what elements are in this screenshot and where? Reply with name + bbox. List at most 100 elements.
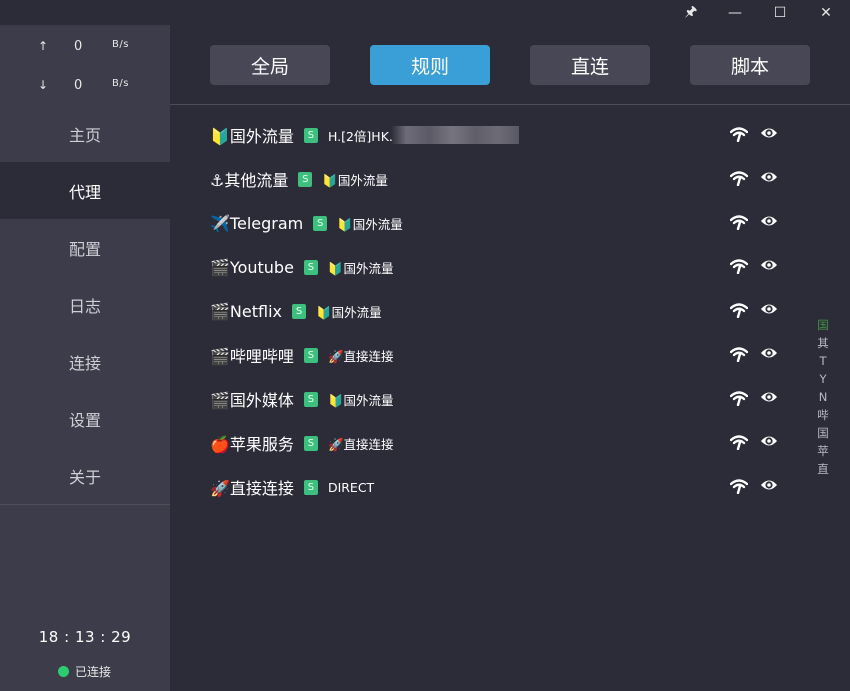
mode-direct-button[interactable]: 直连 (530, 45, 650, 85)
eye-icon[interactable] (760, 390, 778, 404)
eye-icon[interactable] (760, 214, 778, 228)
sidebar-item-proxies[interactable]: 代理 (0, 162, 170, 219)
proxy-group-row[interactable]: ⚓其他流量 S 🔰国外流量 (210, 167, 830, 191)
proxy-group-row[interactable]: 🎬Youtube S 🔰国外流量 (210, 255, 830, 279)
proxy-group-selected: H.[2倍]HK. (327, 128, 393, 144)
upload-speed-value: 0 (74, 39, 83, 54)
group-index-letter[interactable]: 直 (816, 460, 830, 478)
eye-icon[interactable] (760, 346, 778, 360)
sidebar-item-settings[interactable]: 设置 (0, 390, 170, 447)
proxy-group-type-badge: S (303, 479, 318, 495)
proxy-group-actions (730, 214, 778, 230)
maximize-button[interactable]: ☐ (758, 0, 802, 25)
latency-test-icon[interactable] (730, 302, 748, 318)
proxy-group-type-badge: S (303, 391, 318, 407)
connection-status: 已连接 (58, 663, 111, 680)
eye-icon[interactable] (760, 434, 778, 448)
proxy-group-row[interactable]: 🎬Netflix S 🔰国外流量 (210, 299, 830, 323)
proxy-group-selected: 🔰国外流量 (322, 172, 388, 188)
proxy-group-name: ✈️Telegram (210, 213, 304, 233)
proxy-group-row[interactable]: 🎬哔哩哔哩 S 🚀直接连接 (210, 343, 830, 367)
proxy-group-actions (730, 170, 778, 186)
proxy-group-selected: 🔰国外流量 (316, 304, 382, 320)
proxy-group-actions (730, 258, 778, 274)
group-index-letter[interactable]: 国 (816, 316, 830, 334)
proxy-group-selected: 🚀直接连接 (327, 348, 394, 364)
proxy-group-selected: 🚀直接连接 (327, 436, 394, 452)
close-button[interactable]: ✕ (804, 0, 848, 25)
proxy-group-name: ⚓其他流量 (210, 171, 289, 190)
proxy-group-type-badge: S (303, 127, 318, 143)
eye-icon[interactable] (760, 126, 778, 140)
latency-test-icon[interactable] (730, 170, 748, 186)
eye-icon[interactable] (760, 170, 778, 184)
proxy-group-name: 🎬哔哩哔哩 (210, 347, 294, 366)
proxy-group-actions (730, 126, 778, 142)
latency-test-icon[interactable] (730, 214, 748, 230)
proxy-group-name: 🚀直接连接 (210, 479, 294, 498)
main-panel: 全局 规则 直连 脚本 🔰国外流量 S H.[2倍]HK. ⚓其他流量 S 🔰国… (170, 25, 850, 691)
eye-icon[interactable] (760, 258, 778, 272)
proxy-group-selected: 🔰国外流量 (327, 260, 394, 276)
proxy-group-actions (730, 302, 778, 318)
sidebar-item-connections[interactable]: 连接 (0, 333, 170, 390)
proxy-group-name: 🎬Netflix (210, 301, 282, 321)
sidebar-item-logs[interactable]: 日志 (0, 276, 170, 333)
group-index-letter[interactable]: T (816, 352, 830, 370)
sidebar-item-about[interactable]: 关于 (0, 447, 170, 504)
latency-test-icon[interactable] (730, 478, 748, 494)
group-index-letter[interactable]: 其 (816, 334, 830, 352)
proxy-group-actions (730, 478, 778, 494)
proxy-group-type-badge: S (303, 347, 318, 363)
clock: 18 : 13 : 29 (38, 628, 132, 646)
title-bar: 🖈 — ☐ ✕ (0, 0, 850, 25)
proxy-group-row[interactable]: 🚀直接连接 S DIRECT (210, 475, 830, 499)
proxy-group-name: 🎬国外媒体 (210, 391, 294, 410)
redacted-text-blur (390, 126, 519, 144)
proxy-group-selected: 🔰国外流量 (337, 216, 403, 232)
proxy-group-selected: 🔰国外流量 (327, 392, 394, 408)
proxy-group-actions (730, 346, 778, 362)
group-index-letter[interactable]: N (816, 388, 830, 406)
download-speed-value: 0 (74, 78, 83, 93)
proxy-group-type-badge: S (303, 435, 318, 451)
proxy-group-type-badge: S (313, 215, 328, 231)
group-index-letter[interactable]: 苹 (816, 442, 830, 460)
eye-icon[interactable] (760, 478, 778, 492)
download-speed-unit: B/s (112, 78, 129, 89)
group-index-letter[interactable]: Y (816, 370, 830, 388)
minimize-button[interactable]: — (713, 0, 757, 25)
group-index-bar[interactable]: 国其TYN哔国苹直 (816, 316, 830, 478)
mode-rule-button[interactable]: 规则 (370, 45, 490, 85)
proxy-group-row[interactable]: 🎬国外媒体 S 🔰国外流量 (210, 387, 830, 411)
latency-test-icon[interactable] (730, 390, 748, 406)
upload-speed-unit: B/s (112, 39, 129, 50)
pin-icon[interactable]: 🖈 (669, 0, 713, 25)
proxy-group-row[interactable]: ✈️Telegram S 🔰国外流量 (210, 211, 830, 235)
group-index-letter[interactable]: 国 (816, 424, 830, 442)
latency-test-icon[interactable] (730, 346, 748, 362)
proxy-group-actions (730, 390, 778, 406)
latency-test-icon[interactable] (730, 258, 748, 274)
mode-script-button[interactable]: 脚本 (690, 45, 810, 85)
sidebar-item-profiles[interactable]: 配置 (0, 219, 170, 276)
upload-speed: ↑ 0 B/s (0, 39, 170, 59)
proxy-group-name: 🍎苹果服务 (210, 435, 294, 454)
mode-global-button[interactable]: 全局 (210, 45, 330, 85)
download-arrow-icon: ↓ (38, 78, 49, 92)
latency-test-icon[interactable] (730, 126, 748, 142)
eye-icon[interactable] (760, 302, 778, 316)
proxy-group-type-badge: S (303, 259, 318, 275)
connection-status-label: 已连接 (75, 665, 112, 679)
proxy-group-actions (730, 434, 778, 450)
group-index-letter[interactable]: 哔 (816, 406, 830, 424)
sidebar-divider (0, 504, 170, 505)
latency-test-icon[interactable] (730, 434, 748, 450)
sidebar: ↑ 0 B/s ↓ 0 B/s 主页 代理 配置 日志 连接 设置 关于 18 … (0, 25, 170, 691)
status-dot-icon (58, 666, 69, 677)
proxy-group-type-badge: S (298, 171, 313, 187)
download-speed: ↓ 0 B/s (0, 78, 170, 98)
proxy-group-row[interactable]: 🍎苹果服务 S 🚀直接连接 (210, 431, 830, 455)
proxy-group-row[interactable]: 🔰国外流量 S H.[2倍]HK. (210, 123, 830, 147)
sidebar-item-home[interactable]: 主页 (0, 105, 170, 162)
